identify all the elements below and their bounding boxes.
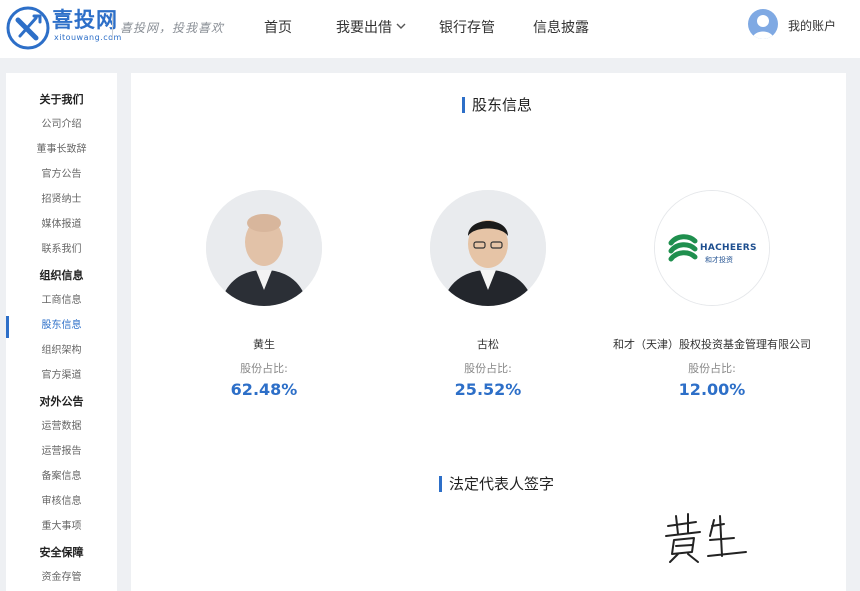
shareholder-1-photo — [206, 190, 322, 306]
sidebar-section-about[interactable]: 关于我们 — [6, 90, 117, 110]
sidebar-item-announcements[interactable]: 官方公告 — [6, 165, 117, 185]
sidebar-section-security[interactable]: 安全保障 — [6, 543, 117, 563]
sidebar-item-fund-custody[interactable]: 资金存管 — [6, 568, 117, 588]
shareholder-3-share-label: 股份占比: — [688, 362, 736, 375]
legal-rep-signature — [665, 513, 747, 563]
shareholder-section-title: 股东信息 — [462, 96, 532, 114]
nav-bank-custody[interactable]: 银行存管 — [439, 19, 495, 37]
sidebar-item-shareholders[interactable]: 股东信息 — [6, 316, 117, 336]
logo-icon[interactable] — [6, 6, 50, 50]
sidebar-item-operating-report[interactable]: 运营报告 — [6, 442, 117, 462]
sidebar-item-media[interactable]: 媒体报道 — [6, 215, 117, 235]
chevron-down-icon[interactable] — [395, 20, 407, 32]
sidebar-item-operating-data[interactable]: 运营数据 — [6, 417, 117, 437]
sidebar-section-organization[interactable]: 组织信息 — [6, 266, 117, 286]
company-logo-subtext: 和才投资 — [705, 256, 733, 264]
sidebar-item-official-channels[interactable]: 官方渠道 — [6, 366, 117, 386]
sidebar-section-public-notices[interactable]: 对外公告 — [6, 392, 117, 412]
user-avatar-icon[interactable] — [748, 9, 778, 39]
sidebar-item-chairman-speech[interactable]: 董事长致辞 — [6, 140, 117, 160]
shareholder-2-name: 古松 — [477, 338, 499, 351]
sidebar-item-company-intro[interactable]: 公司介绍 — [6, 115, 117, 135]
shareholder-2-photo — [430, 190, 546, 306]
nav-lend[interactable]: 我要出借 — [336, 19, 392, 37]
shareholder-3-share: 12.00% — [678, 380, 746, 399]
sidebar-item-careers[interactable]: 招贤纳士 — [6, 190, 117, 210]
sidebar-item-filing-info[interactable]: 备案信息 — [6, 467, 117, 487]
shareholder-1-share: 62.48% — [230, 380, 298, 399]
sidebar-item-audit-info[interactable]: 审核信息 — [6, 492, 117, 512]
shareholder-3-name: 和才（天津）股权投资基金管理有限公司 — [613, 338, 811, 351]
top-header: 喜投网 xitouwang.com 喜投网，投我喜欢 首页 我要出借 银行存管 … — [0, 0, 860, 58]
logo-divider — [112, 14, 113, 40]
shareholder-2-share: 25.52% — [454, 380, 522, 399]
shareholder-1-share-label: 股份占比: — [240, 362, 288, 375]
shareholder-1-name: 黄生 — [253, 338, 275, 351]
sidebar: 关于我们 公司介绍 董事长致辞 官方公告 招贤纳士 媒体报道 联系我们 组织信息… — [6, 73, 117, 591]
legal-rep-section-title: 法定代表人签字 — [439, 475, 554, 493]
nav-home[interactable]: 首页 — [264, 19, 292, 37]
shareholder-2-share-label: 股份占比: — [464, 362, 512, 375]
company-logo-text: HACHEERS — [700, 243, 757, 253]
sidebar-item-org-structure[interactable]: 组织架构 — [6, 341, 117, 361]
sidebar-item-contact[interactable]: 联系我们 — [6, 240, 117, 260]
sidebar-item-business-info[interactable]: 工商信息 — [6, 291, 117, 311]
main-content: 股东信息 黄生 股份占比: 62.48% 古松 股份占比: 25.52% HAC… — [131, 73, 846, 591]
nav-disclosure[interactable]: 信息披露 — [533, 19, 589, 37]
shareholder-3-logo: HACHEERS 和才投资 — [654, 190, 770, 306]
slogan: 喜投网，投我喜欢 — [120, 21, 225, 35]
my-account-link[interactable]: 我的账户 — [788, 17, 836, 34]
sidebar-item-major-events[interactable]: 重大事项 — [6, 517, 117, 537]
